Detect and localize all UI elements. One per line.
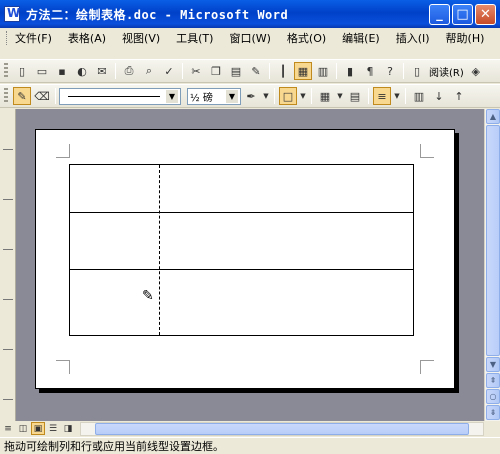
draw-table-pencil-icon[interactable]: ✎ [13,87,31,105]
line-style-sample [68,95,160,97]
paste-icon[interactable]: ▤ [227,62,245,80]
copy-icon[interactable]: ❐ [207,62,225,80]
shading-arrow-icon[interactable]: ▼ [336,87,344,105]
cut-icon[interactable]: ✂ [187,62,205,80]
maximize-button[interactable]: □ [452,4,473,25]
tables-borders-icon[interactable]: ▦ [294,62,312,80]
border-color-arrow-icon[interactable]: ▼ [262,87,270,105]
outline-view-icon[interactable]: ☰ [46,422,60,435]
title-bar: 方法二：绘制表格.doc - Microsoft Word _ □ ✕ [0,0,500,28]
reading-layout-view-icon[interactable]: ◨ [61,422,75,435]
distribute-rows-icon[interactable]: ▥ [410,87,428,105]
horizontal-scroll-thumb[interactable] [95,423,469,435]
chevron-down-icon: ▼ [226,89,238,103]
web-layout-view-icon[interactable]: ◫ [16,422,30,435]
research-icon[interactable]: ◈ [467,62,485,80]
table-column-guide[interactable] [159,165,160,335]
next-page-button[interactable]: ⇟ [486,405,500,420]
show-hide-icon[interactable]: ¶ [361,62,379,80]
minimize-button[interactable]: _ [429,4,450,25]
print-layout-view-icon[interactable]: ▣ [31,422,45,435]
close-button[interactable]: ✕ [475,4,496,25]
save-icon[interactable]: ▪ [53,62,71,80]
menu-bar: 文件(F) 表格(A) 视图(V) 工具(T) 窗口(W) 格式(O) 编辑(E… [0,28,500,47]
margin-corner-bottom-right [420,360,434,374]
margin-corner-bottom-left [56,360,70,374]
line-weight-value: ½ 磅 [190,92,213,104]
new-document-icon[interactable]: ▯ [13,62,31,80]
scroll-thumb[interactable] [486,125,500,356]
align-arrow-icon[interactable]: ▼ [393,87,401,105]
close-icon: ✕ [480,7,491,22]
document-page[interactable]: ✎ [35,129,455,389]
open-folder-icon[interactable]: ▭ [33,62,51,80]
window-title: 方法二：绘制表格.doc - Microsoft Word [26,7,289,22]
permission-icon[interactable]: ◐ [73,62,91,80]
format-painter-icon[interactable]: ✎ [247,62,265,80]
scroll-up-button[interactable]: ▲ [486,109,500,124]
border-color-icon[interactable]: ✒ [242,87,260,105]
menu-table[interactable]: 表格(A) [68,30,106,46]
align-icon[interactable]: ≡ [373,87,391,105]
outside-border-arrow-icon[interactable]: ▼ [299,87,307,105]
eraser-icon[interactable]: ⌫ [33,87,51,105]
word-app-icon[interactable] [4,6,20,22]
print-preview-icon[interactable]: ⌕ [140,62,158,80]
horizontal-scrollbar[interactable] [80,422,484,436]
insert-table-icon[interactable]: ▥ [314,62,332,80]
scroll-down-button[interactable]: ▼ [486,357,500,372]
vertical-ruler [0,109,16,421]
sort-ascending-icon[interactable]: ↓ [430,87,448,105]
menu-grip[interactable] [6,30,7,45]
menu-view[interactable]: 视图(V) [122,30,160,46]
menu-format[interactable]: 格式(O) [287,30,326,46]
table-row-border[interactable] [70,212,413,213]
drawn-table[interactable] [69,164,414,336]
vertical-scrollbar[interactable]: ▲ ▼ ⇞ ○ ⇟ [484,109,500,421]
print-icon[interactable]: ⎙ [120,62,138,80]
bottom-bar: ≡ ◫ ▣ ☰ ◨ [0,421,500,436]
line-style-dropdown[interactable]: ▼ [59,87,181,105]
minimize-icon: _ [436,7,443,22]
line-weight-dropdown[interactable]: ½ 磅 ▼ [187,87,241,105]
sort-descending-icon[interactable]: ↑ [450,87,468,105]
read-mode-button[interactable]: 阅读(R) [427,64,466,79]
tables-borders-toolbar: ✎ ⌫ ▼ ½ 磅 ▼ ✒ ▼ □ ▼ ▦ ▼ ▤ ≡ ▼ ▥ ↓ ↑ [0,84,500,108]
table-row-border[interactable] [70,269,413,270]
menu-file[interactable]: 文件(F) [15,30,52,46]
spelling-icon[interactable]: ✓ [160,62,178,80]
margin-corner-top-right [420,144,434,158]
margin-corner-top-left [56,144,70,158]
shading-color-icon[interactable]: ▦ [316,87,334,105]
menu-window[interactable]: 窗口(W) [229,30,270,46]
maximize-icon: □ [456,7,469,22]
insert-columns-icon[interactable]: ▮ [341,62,359,80]
menu-insert[interactable]: 插入(I) [396,30,430,46]
select-browse-object-button[interactable]: ○ [486,389,500,404]
normal-view-icon[interactable]: ≡ [1,422,15,435]
help-icon[interactable]: ? [381,62,399,80]
standard-toolbar: ▯ ▭ ▪ ◐ ✉ ⎙ ⌕ ✓ ✂ ❐ ▤ ✎ ┃ ▦ ▥ ▮ ¶ ? ▯ 阅读… [0,59,500,83]
chevron-down-icon: ▼ [166,89,178,103]
columns-chart-icon[interactable]: ┃ [274,62,292,80]
menu-edit[interactable]: 编辑(E) [342,30,380,46]
previous-page-button[interactable]: ⇞ [486,373,500,388]
menu-help[interactable]: 帮助(H) [446,30,485,46]
menu-tools[interactable]: 工具(T) [176,30,213,46]
status-bar: 拖动可绘制列和行或应用当前线型设置边框。 [0,437,500,454]
email-icon[interactable]: ✉ [93,62,111,80]
outside-border-icon[interactable]: □ [279,87,297,105]
draw-pencil-cursor-icon: ✎ [142,288,154,304]
toolbar-grip-2[interactable] [4,88,8,104]
toolbar-grip[interactable] [4,63,8,79]
status-text: 拖动可绘制列和行或应用当前线型设置边框。 [4,440,224,453]
merge-cells-icon[interactable]: ▤ [346,87,364,105]
read-mode-icon[interactable]: ▯ [408,62,426,80]
